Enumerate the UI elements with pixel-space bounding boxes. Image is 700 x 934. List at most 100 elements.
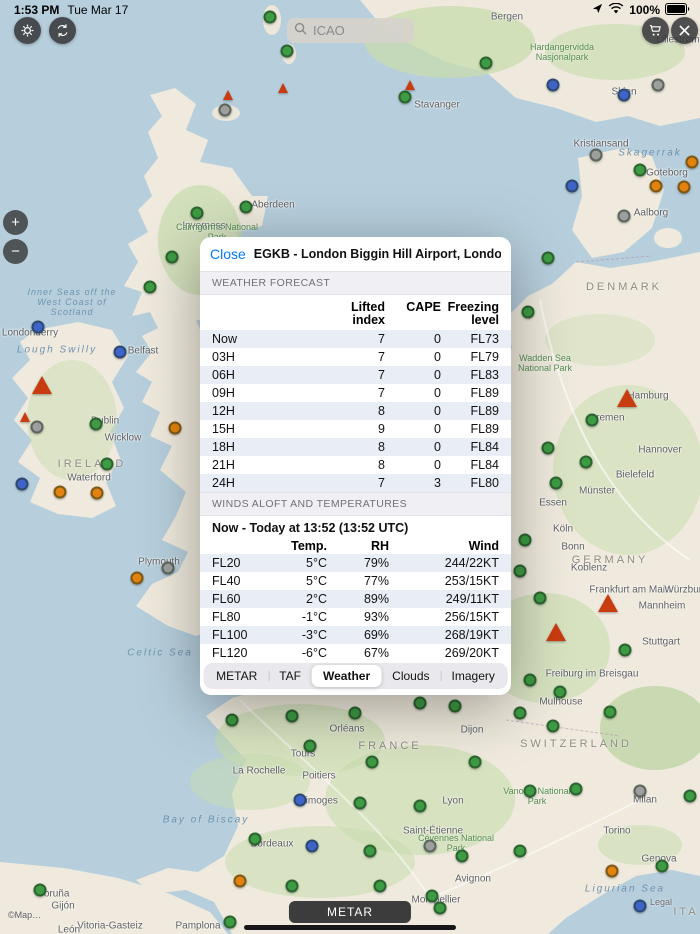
- station-marker-green[interactable]: [414, 800, 427, 813]
- station-marker-orange[interactable]: [606, 865, 619, 878]
- station-marker-gray[interactable]: [652, 79, 665, 92]
- station-marker-green[interactable]: [399, 91, 412, 104]
- station-marker-green[interactable]: [286, 880, 299, 893]
- station-marker-blue[interactable]: [547, 79, 560, 92]
- station-marker-green[interactable]: [364, 845, 377, 858]
- station-marker-gray[interactable]: [424, 840, 437, 853]
- station-marker-green[interactable]: [570, 783, 583, 796]
- station-marker-green[interactable]: [240, 201, 253, 214]
- station-marker-green[interactable]: [101, 458, 114, 471]
- station-marker-orange[interactable]: [678, 181, 691, 194]
- station-marker-green[interactable]: [281, 45, 294, 58]
- station-marker-green[interactable]: [522, 306, 535, 319]
- station-marker-blue[interactable]: [16, 478, 29, 491]
- metar-mode-button[interactable]: METAR: [289, 901, 411, 923]
- station-marker-green[interactable]: [547, 720, 560, 733]
- station-marker-green[interactable]: [684, 790, 697, 803]
- station-marker-blue[interactable]: [294, 794, 307, 807]
- station-marker-green[interactable]: [542, 442, 555, 455]
- station-marker-gray[interactable]: [219, 104, 232, 117]
- station-marker-green[interactable]: [34, 884, 47, 897]
- station-marker-blue[interactable]: [566, 180, 579, 193]
- tab-weather[interactable]: Weather: [312, 665, 381, 687]
- station-marker-green[interactable]: [449, 700, 462, 713]
- station-marker-gray[interactable]: [162, 562, 175, 575]
- station-marker-green[interactable]: [426, 890, 439, 903]
- station-marker-green[interactable]: [191, 207, 204, 220]
- station-marker-green[interactable]: [634, 164, 647, 177]
- station-marker-green[interactable]: [480, 57, 493, 70]
- station-marker-green[interactable]: [580, 456, 593, 469]
- station-marker-green[interactable]: [656, 860, 669, 873]
- station-marker-orange[interactable]: [234, 875, 247, 888]
- hazard-marker[interactable]: [32, 376, 52, 394]
- settings-button[interactable]: [14, 17, 41, 44]
- station-marker-green[interactable]: [519, 534, 532, 547]
- home-indicator[interactable]: [244, 925, 456, 930]
- hazard-marker[interactable]: [546, 623, 566, 641]
- station-marker-green[interactable]: [604, 706, 617, 719]
- station-marker-green[interactable]: [434, 902, 447, 915]
- station-marker-green[interactable]: [166, 251, 179, 264]
- station-marker-green[interactable]: [554, 686, 567, 699]
- station-marker-green[interactable]: [619, 644, 632, 657]
- station-marker-green[interactable]: [249, 833, 262, 846]
- station-marker-green[interactable]: [542, 252, 555, 265]
- station-marker-blue[interactable]: [114, 346, 127, 359]
- station-marker-green[interactable]: [286, 710, 299, 723]
- station-marker-orange[interactable]: [169, 422, 182, 435]
- close-map-button[interactable]: [671, 17, 698, 44]
- station-marker-green[interactable]: [550, 477, 563, 490]
- station-marker-orange[interactable]: [650, 180, 663, 193]
- station-marker-green[interactable]: [586, 414, 599, 427]
- tab-imagery[interactable]: Imagery: [441, 665, 506, 687]
- station-marker-blue[interactable]: [634, 900, 647, 913]
- tab-taf[interactable]: TAF: [268, 665, 312, 687]
- hazard-marker[interactable]: [598, 594, 618, 612]
- tab-clouds[interactable]: Clouds: [381, 665, 440, 687]
- station-marker-orange[interactable]: [131, 572, 144, 585]
- station-marker-green[interactable]: [524, 674, 537, 687]
- station-marker-green[interactable]: [524, 785, 537, 798]
- station-marker-green[interactable]: [374, 880, 387, 893]
- hazard-marker[interactable]: [223, 90, 233, 100]
- station-marker-gray[interactable]: [618, 210, 631, 223]
- zoom-in-button[interactable]: +: [3, 210, 28, 235]
- station-marker-green[interactable]: [226, 714, 239, 727]
- hazard-marker[interactable]: [617, 389, 637, 407]
- station-marker-orange[interactable]: [54, 486, 67, 499]
- hazard-marker[interactable]: [278, 83, 288, 93]
- station-marker-blue[interactable]: [306, 840, 319, 853]
- zoom-out-button[interactable]: −: [3, 239, 28, 264]
- station-marker-green[interactable]: [534, 592, 547, 605]
- station-marker-green[interactable]: [304, 740, 317, 753]
- station-marker-green[interactable]: [469, 756, 482, 769]
- station-marker-green[interactable]: [366, 756, 379, 769]
- station-marker-green[interactable]: [456, 850, 469, 863]
- station-marker-green[interactable]: [514, 565, 527, 578]
- search-input[interactable]: [311, 22, 407, 39]
- station-marker-green[interactable]: [224, 916, 237, 929]
- tab-metar[interactable]: METAR: [205, 665, 268, 687]
- hazard-marker[interactable]: [20, 412, 30, 422]
- station-marker-green[interactable]: [514, 707, 527, 720]
- refresh-button[interactable]: [49, 17, 76, 44]
- station-marker-gray[interactable]: [590, 149, 603, 162]
- modal-close-button[interactable]: Close: [210, 246, 246, 262]
- station-marker-gray[interactable]: [634, 785, 647, 798]
- station-marker-gray[interactable]: [31, 421, 44, 434]
- station-marker-orange[interactable]: [686, 156, 699, 169]
- station-marker-blue[interactable]: [618, 89, 631, 102]
- station-marker-green[interactable]: [349, 707, 362, 720]
- hazard-marker[interactable]: [405, 80, 415, 90]
- station-marker-green[interactable]: [354, 797, 367, 810]
- legal-link[interactable]: Legal: [650, 897, 672, 907]
- station-marker-green[interactable]: [144, 281, 157, 294]
- cart-button[interactable]: [642, 17, 669, 44]
- station-marker-green[interactable]: [414, 697, 427, 710]
- station-marker-orange[interactable]: [91, 487, 104, 500]
- station-marker-green[interactable]: [90, 418, 103, 431]
- station-marker-blue[interactable]: [32, 321, 45, 334]
- search-bar[interactable]: [287, 18, 414, 43]
- station-marker-green[interactable]: [514, 845, 527, 858]
